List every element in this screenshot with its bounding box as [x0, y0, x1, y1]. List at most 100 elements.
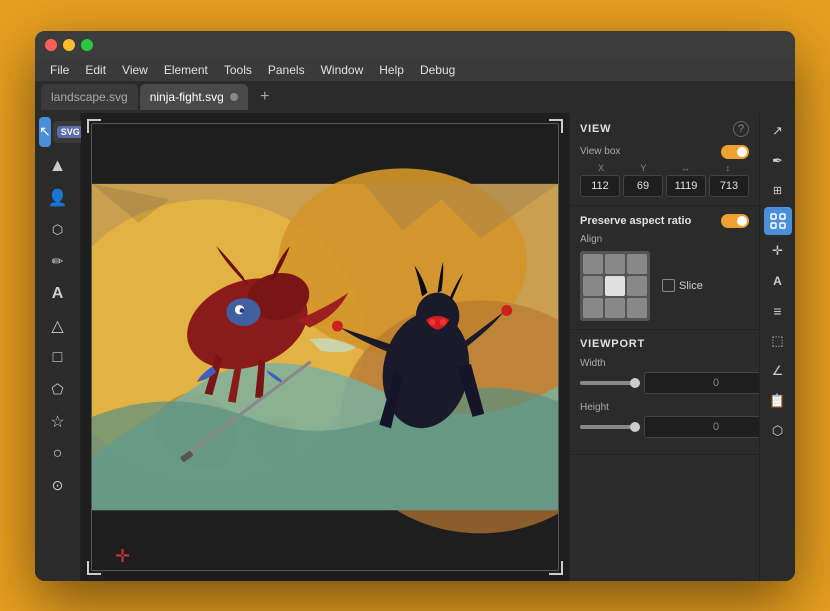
align-cell-6[interactable] [583, 298, 603, 318]
rt-mask[interactable]: ⬚ [764, 327, 792, 355]
tool-ellipse[interactable]: ○ [41, 439, 75, 469]
preserve-aspect-section: Preserve aspect ratio Align [570, 206, 759, 330]
height-row: Height px ▲ ▼ [580, 402, 749, 438]
rt-text2[interactable]: A [764, 267, 792, 295]
svg-badge-text: SVG [57, 126, 84, 138]
viewport-section: Viewport Width px ▲ ▼ [570, 330, 759, 455]
main-area: ↖ SVG ▲ 👤 ⬡ ✏ A △ □ ⬠ ☆ ○ ⊙ [35, 113, 795, 581]
tool-star[interactable]: ☆ [41, 407, 75, 437]
par-toggle[interactable] [721, 214, 749, 228]
tool-select[interactable]: ↖ [39, 117, 51, 147]
tab-landscape[interactable]: landscape.svg [41, 84, 138, 110]
tab-ninja[interactable]: ninja-fight.svg [140, 84, 248, 110]
rt-expand[interactable] [764, 207, 792, 235]
rt-angle[interactable]: ∠ [764, 357, 792, 385]
align-cell-8[interactable] [627, 298, 647, 318]
rt-export[interactable]: ⬡ [764, 417, 792, 445]
viewbox-h-input[interactable] [709, 175, 749, 197]
width-input[interactable] [644, 372, 759, 394]
width-row: Width px ▲ ▼ [580, 358, 749, 394]
corner-bracket-br [549, 561, 563, 575]
tool-node[interactable]: ▲ [41, 151, 75, 181]
tool-text[interactable]: A [41, 279, 75, 309]
menu-help[interactable]: Help [372, 61, 411, 79]
align-cell-0[interactable] [583, 254, 603, 274]
tab-landscape-label: landscape.svg [51, 90, 128, 104]
rt-clipboard[interactable]: 📋 [764, 387, 792, 415]
width-slider[interactable] [580, 381, 640, 385]
maximize-button[interactable] [81, 39, 93, 51]
left-toolbar: ↖ SVG ▲ 👤 ⬡ ✏ A △ □ ⬠ ☆ ○ ⊙ [35, 113, 81, 581]
coord-labels: X Y ↔ ↕ [580, 163, 749, 173]
align-cell-2[interactable] [627, 254, 647, 274]
close-button[interactable] [45, 39, 57, 51]
tool-triangle[interactable]: △ [41, 311, 75, 341]
tool-person[interactable]: 👤 [41, 183, 75, 213]
view-section: VIEW ? View box X Y ↔ ↕ [570, 113, 759, 206]
tab-add-button[interactable]: + [254, 86, 276, 108]
title-bar [35, 31, 795, 59]
corner-bracket-tl [87, 119, 101, 133]
align-grid [580, 251, 650, 321]
corner-bracket-tr [549, 119, 563, 133]
app-window: File Edit View Element Tools Panels Wind… [35, 31, 795, 581]
align-cell-7[interactable] [605, 298, 625, 318]
viewbox-x-input[interactable] [580, 175, 620, 197]
align-cell-4[interactable] [605, 276, 625, 296]
tool-spiral[interactable]: ⊙ [41, 471, 75, 501]
menu-edit[interactable]: Edit [78, 61, 113, 79]
menu-panels[interactable]: Panels [261, 61, 312, 79]
viewbox-inputs [580, 175, 749, 197]
height-slider-thumb [630, 422, 640, 432]
view-header: VIEW ? [580, 121, 749, 137]
height-input[interactable] [644, 416, 759, 438]
menu-debug[interactable]: Debug [413, 61, 462, 79]
menu-view[interactable]: View [115, 61, 155, 79]
menu-bar: File Edit View Element Tools Panels Wind… [35, 59, 795, 81]
tool-connect[interactable]: ⬡ [41, 215, 75, 245]
viewbox-row: View box [580, 145, 749, 159]
menu-file[interactable]: File [43, 61, 76, 79]
align-cell-3[interactable] [583, 276, 603, 296]
width-input-row: px ▲ ▼ [580, 372, 749, 394]
rt-cursor[interactable]: ↗ [764, 117, 792, 145]
viewbox-label: View box [580, 146, 620, 157]
rt-pen[interactable]: ✒ [764, 147, 792, 175]
align-grid-row: Slice [580, 251, 749, 321]
viewport-title: Viewport [580, 338, 749, 350]
slice-label: Slice [662, 279, 703, 292]
crosshair-icon: ✛ [115, 546, 130, 567]
view-help-button[interactable]: ? [733, 121, 749, 137]
menu-window[interactable]: Window [314, 61, 371, 79]
right-toolbar: ↗ ✒ ⊞ ✛ A ≡ ⬚ ∠ 📋 ⬡ [759, 113, 795, 581]
align-cell-5[interactable] [627, 276, 647, 296]
x-label: X [580, 163, 622, 173]
right-panel: VIEW ? View box X Y ↔ ↕ [569, 113, 759, 581]
rt-layers[interactable]: ⊞ [764, 177, 792, 205]
height-label: Height [580, 402, 749, 413]
corner-bracket-bl [87, 561, 101, 575]
tab-ninja-label: ninja-fight.svg [150, 90, 224, 104]
viewbox-toggle[interactable] [721, 145, 749, 159]
tool-pencil[interactable]: ✏ [41, 247, 75, 277]
viewbox-w-input[interactable] [666, 175, 706, 197]
tool-pentagon[interactable]: ⬠ [41, 375, 75, 405]
minimize-button[interactable] [63, 39, 75, 51]
height-slider[interactable] [580, 425, 640, 429]
viewbox-y-input[interactable] [623, 175, 663, 197]
h-label: ↕ [707, 163, 749, 173]
width-slider-thumb [630, 378, 640, 388]
rt-list[interactable]: ≡ [764, 297, 792, 325]
slice-checkbox[interactable] [662, 279, 675, 292]
width-label: Width [580, 358, 749, 369]
canvas-content [91, 123, 559, 571]
rt-move[interactable]: ✛ [764, 237, 792, 265]
tool-rect[interactable]: □ [41, 343, 75, 373]
align-cell-1[interactable] [605, 254, 625, 274]
menu-tools[interactable]: Tools [217, 61, 259, 79]
canvas-area[interactable]: ✛ [81, 113, 569, 581]
par-row: Preserve aspect ratio [580, 214, 749, 228]
par-title: Preserve aspect ratio [580, 215, 691, 227]
slice-text: Slice [679, 280, 703, 292]
menu-element[interactable]: Element [157, 61, 215, 79]
